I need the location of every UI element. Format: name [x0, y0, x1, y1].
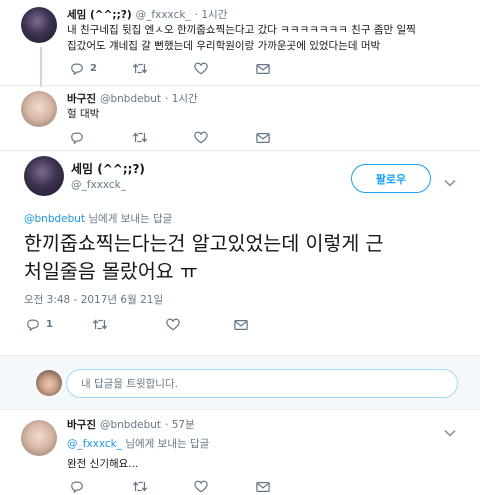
chevron-down-icon [444, 429, 456, 437]
retweet-icon [132, 132, 148, 143]
reply-placeholder: 내 답글을 트윗합니다. [81, 378, 178, 390]
reply-button[interactable] [70, 480, 132, 493]
reply-icon [27, 319, 39, 331]
like-button[interactable] [194, 131, 256, 144]
like-button[interactable] [166, 318, 234, 331]
tweet-time[interactable]: · 1시간 [195, 7, 228, 22]
tweet-text-line: 처일줄음 몰랐어요 ㅠ [24, 260, 198, 283]
tweet-time[interactable]: · 1시간 [165, 91, 198, 106]
reply-button[interactable]: 2 [70, 62, 132, 75]
dm-button[interactable] [256, 132, 270, 144]
dm-button[interactable] [256, 63, 270, 75]
divider [0, 150, 480, 151]
reply-icon [71, 132, 83, 144]
display-name[interactable]: 세밈 (^^;;?) [67, 7, 132, 22]
heart-icon [194, 480, 208, 493]
reply-icon [71, 63, 83, 75]
follow-button[interactable]: 팔로우 [351, 164, 431, 193]
avatar[interactable] [21, 91, 57, 127]
envelope-icon [256, 132, 270, 143]
thread-line [40, 47, 42, 87]
dm-button[interactable] [256, 481, 270, 493]
reply-context: @_fxxxck_ 님에게 보내는 답글 [67, 436, 209, 451]
reply-to-suffix: 님에게 보내는 답글 [122, 438, 210, 450]
more-options-button[interactable] [444, 422, 456, 441]
retweet-button[interactable] [92, 318, 166, 331]
user-handle[interactable]: @_fxxxck_ [71, 179, 126, 191]
reply-to-link[interactable]: @bnbdebut [24, 213, 85, 225]
reply-button[interactable] [70, 131, 132, 144]
composer-avatar [36, 370, 62, 396]
heart-icon [194, 131, 208, 144]
tweet-text-line: 한끼줍쇼찍는다는건 알고있었는데 이렇게 근 [24, 232, 384, 255]
envelope-icon [256, 63, 270, 74]
retweet-icon [132, 63, 148, 74]
like-button[interactable] [194, 62, 256, 75]
tweet-actions: 1 [26, 318, 248, 331]
reply-to-link[interactable]: @_fxxxck_ [67, 438, 122, 450]
divider [0, 85, 480, 86]
avatar[interactable] [24, 156, 64, 196]
reply-context: @bnbdebut 님에게 보내는 답글 [24, 211, 172, 226]
display-name[interactable]: 바구진 [67, 91, 96, 106]
display-name[interactable]: 세밈 (^^;;?) [71, 160, 145, 177]
retweet-icon [132, 481, 148, 492]
heart-icon [194, 62, 208, 75]
envelope-icon [234, 319, 248, 330]
reply-to-suffix: 님에게 보내는 답글 [85, 213, 173, 225]
retweet-icon [92, 319, 108, 330]
retweet-button[interactable] [132, 480, 194, 493]
user-handle[interactable]: @bnbdebut [100, 93, 161, 105]
avatar[interactable] [21, 420, 57, 456]
reply-button[interactable]: 1 [26, 318, 92, 331]
reply-count: 2 [90, 63, 97, 74]
tweet-text-line: 집갔어도 걔네집 갈 뻔했는데 우리학원이랑 가까운곳에 있었다는데 머박 [67, 40, 381, 52]
like-button[interactable] [194, 480, 256, 493]
tweet-actions [70, 480, 270, 493]
user-handle[interactable]: @_fxxxck_ [136, 9, 191, 21]
more-options-button[interactable] [444, 172, 456, 191]
tweet-actions: 2 [70, 62, 270, 75]
user-handle[interactable]: @bnbdebut [100, 419, 161, 431]
reply-icon [71, 481, 83, 493]
tweet-actions [70, 131, 270, 144]
avatar[interactable] [21, 7, 57, 43]
dm-button[interactable] [234, 319, 248, 331]
tweet-text-line: 완전 신기해요... [67, 458, 139, 470]
chevron-down-icon [444, 179, 456, 187]
reply-count: 1 [46, 319, 53, 330]
tweet-text-line: 내 친구네집 뒷집 엔ㅅ오 한끼줍쇼찍는다고 갔다 ㅋㅋㅋㅋㅋㅋㅋ 친구 좀만 … [67, 24, 416, 36]
retweet-button[interactable] [132, 131, 194, 144]
reply-input[interactable]: 내 답글을 트윗합니다. [66, 369, 458, 398]
tweet-time[interactable]: · 57분 [165, 417, 195, 432]
envelope-icon [256, 481, 270, 492]
display-name[interactable]: 바구진 [67, 417, 96, 432]
tweet-text-line: 헐 대박 [67, 108, 100, 120]
tweet-timestamp[interactable]: 오전 3:48 - 2017년 6월 21일 [24, 292, 163, 307]
heart-icon [166, 318, 180, 331]
retweet-button[interactable] [132, 62, 194, 75]
